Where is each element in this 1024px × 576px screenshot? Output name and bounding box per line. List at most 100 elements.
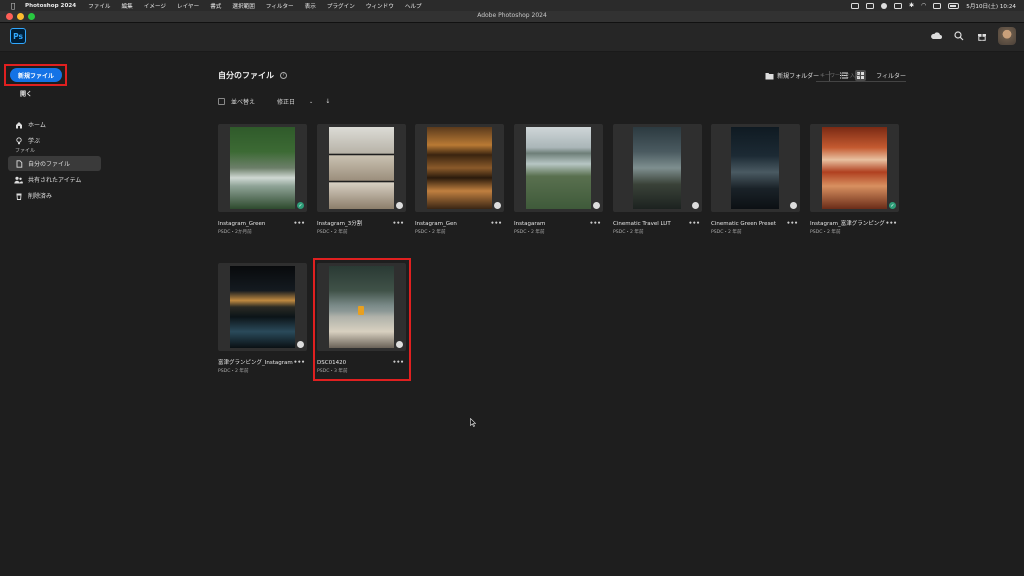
file-meta: PSDC・2 年前 [218,369,249,374]
landscape-image [526,127,591,209]
file-thumbnail[interactable] [514,124,603,212]
bluetooth-icon[interactable]: ✱ [909,2,914,9]
file-card[interactable]: Instagaram PSDC・2 年前 ••• [514,124,603,235]
home-icon [14,120,23,129]
control-icon[interactable] [880,2,887,9]
cinematic-green-image [731,127,779,209]
file-card[interactable]: 富津グランピング_Instagram PSDC・2 年前 ••• [218,263,307,374]
file-icon [14,159,23,168]
menu-help[interactable]: ヘルプ [405,2,422,10]
synced-icon: ✓ [889,202,896,209]
apple-icon[interactable]:  [9,2,17,10]
file-card[interactable]: Cinematic Travel LUT PSDC・2 年前 ••• [613,124,702,235]
more-options-icon[interactable]: ••• [688,220,700,227]
cinematic-travel-image [633,127,681,209]
file-selection-highlight [313,258,411,381]
page-title: 自分のファイル ? [218,70,287,81]
more-options-icon[interactable]: ••• [589,220,601,227]
help-icon[interactable]: ? [280,72,287,79]
more-options-icon[interactable]: ••• [392,220,404,227]
file-card[interactable]: ✓ Instagram_富津グランピング PSDC・2 年前 ••• [810,124,899,235]
file-card[interactable]: Instagram_3分割 PSDC・2 年前 ••• [317,124,406,235]
battery-icon[interactable] [948,2,960,9]
search-icon[interactable] [952,30,965,43]
keyboard-icon[interactable] [893,2,902,9]
menu-plugins[interactable]: プラグイン [327,2,355,10]
clock[interactable]: 5月10日(土) 10:24 [966,2,1016,10]
display-icon[interactable] [850,2,859,9]
file-card[interactable]: Instagram_Gen PSDC・2 年前 ••• [415,124,504,235]
window-title-bar: Adobe Photoshop 2024 [0,11,1024,23]
lightbulb-icon [14,136,23,145]
file-thumbnail[interactable]: ✓ [218,124,307,212]
file-thumbnail[interactable] [317,124,406,212]
menu-layer[interactable]: レイヤー [177,2,199,10]
sidebar-item-label: 学ぶ [28,138,41,145]
files-section-label: ファイル [15,148,36,154]
interior-image [329,127,394,209]
file-thumbnail[interactable] [218,263,307,351]
glamping-night-image [230,266,295,348]
sort-field-dropdown[interactable]: 修正日 ⌄ [277,97,313,107]
cloud-status-icon [593,202,600,209]
sidebar-nav: ホーム 学ぶ ファイル 自分のファイル 共有されたアイテム 削除済み [8,117,101,204]
menu-image[interactable]: イメージ [144,2,166,10]
mouse-cursor-icon [470,418,476,427]
open-link[interactable]: 開く [20,89,32,98]
menu-window[interactable]: ウィンドウ [366,2,394,10]
wifi-icon[interactable]: ◠ [921,2,926,9]
menu-type[interactable]: 書式 [210,2,221,10]
sidebar-item-my-files[interactable]: 自分のファイル [8,156,101,171]
more-options-icon[interactable]: ••• [293,220,305,227]
new-file-highlight [4,64,67,86]
file-meta: PSDC・2 年前 [810,230,841,235]
more-options-icon[interactable]: ••• [885,220,897,227]
ps-logo[interactable]: Ps [10,28,26,44]
menu-view[interactable]: 表示 [305,2,316,10]
sidebar-item-deleted[interactable]: 削除済み [8,188,101,203]
file-thumbnail[interactable] [613,124,702,212]
cloud-status-icon [692,202,699,209]
food-image [822,127,887,209]
sidebar-item-learn[interactable]: 学ぶ [8,133,101,148]
file-meta: PSDC・2 年前 [317,230,348,235]
menu-filter[interactable]: フィルター [266,2,294,10]
file-thumbnail[interactable]: ✓ [810,124,899,212]
more-options-icon[interactable]: ••• [490,220,502,227]
menu-select[interactable]: 選択範囲 [232,2,254,10]
file-meta: PSDC・2 年前 [514,230,545,235]
avatar[interactable] [998,27,1016,45]
menu-edit[interactable]: 編集 [122,2,133,10]
menu-file[interactable]: ファイル [88,2,110,10]
more-options-icon[interactable]: ••• [293,359,305,366]
file-card[interactable]: Cinematic Green Preset PSDC・2 年前 ••• [711,124,800,235]
filter-search-input[interactable] [816,70,906,82]
file-thumbnail[interactable] [711,124,800,212]
page-title-text: 自分のファイル [218,71,274,80]
file-thumbnail[interactable] [415,124,504,212]
sort-checkbox-label: 並べ替え [231,99,256,106]
file-card[interactable]: ✓ Instagram_Green PSDC・2か月前 ••• [218,124,307,235]
cloud-status-icon [297,341,304,348]
file-meta: PSDC・2 年前 [613,230,644,235]
screen-record-icon[interactable] [865,2,874,9]
trash-icon [14,191,23,200]
status-area: ✱ ◠ 5月10日(土) 10:24 [850,0,1016,11]
new-folder-label: 新規フォルダー [777,73,820,80]
sidebar: 新規ファイル 開く ホーム 学ぶ ファイル 自分のファイル 共有されたアイテム … [0,53,110,576]
file-meta: PSDC・2 年前 [415,230,446,235]
more-options-icon[interactable]: ••• [786,220,798,227]
file-meta: PSDC・2 年前 [711,230,742,235]
cloud-status-icon [494,202,501,209]
control-center-icon[interactable] [933,2,942,9]
cloud-icon[interactable] [929,30,942,43]
select-all-checkbox[interactable] [218,98,225,105]
sort-direction-icon[interactable]: ↓ [325,98,330,105]
new-folder-button[interactable]: 新規フォルダー [765,71,819,80]
app-menu[interactable]: Photoshop 2024 [25,3,76,9]
gift-icon[interactable] [975,30,988,43]
sort-field-value: 修正日 [277,99,296,106]
sidebar-item-home[interactable]: ホーム [8,117,101,132]
app-header: Ps [0,23,1024,52]
sidebar-item-shared[interactable]: 共有されたアイテム [8,172,101,187]
